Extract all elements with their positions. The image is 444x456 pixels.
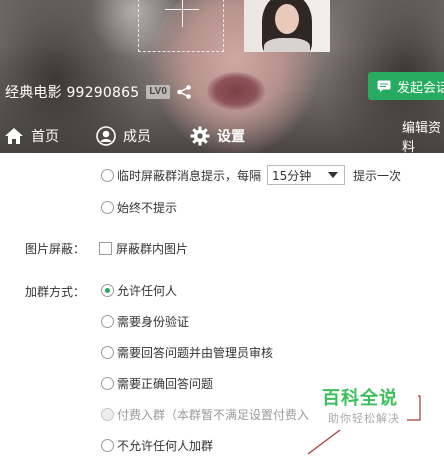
tab-home-label: 首页 [31, 129, 59, 145]
join-option-nobody[interactable]: 不允许任何人加群 [101, 436, 213, 454]
join-option-label: 需要回答问题并由管理员审核 [117, 345, 274, 360]
group-name: 经典电影 99290865 [5, 85, 140, 101]
group-info-row: 经典电影 99290865 LV0 [5, 82, 192, 102]
tab-edit-profile-label: 编辑资料 [402, 121, 442, 153]
tab-members[interactable]: 成员 [96, 124, 151, 148]
join-option-question-review[interactable]: 需要回答问题并由管理员审核 [101, 343, 273, 361]
tab-members-label: 成员 [123, 129, 151, 145]
notify-periodic-prefix: 临时屏蔽群消息提示，每隔 [117, 168, 262, 183]
join-option-verify[interactable]: 需要身份验证 [101, 312, 189, 330]
upload-photo-button[interactable] [138, 0, 224, 52]
start-chat-button[interactable]: 发起会话 [368, 72, 444, 100]
notify-periodic-option[interactable]: 临时屏蔽群消息提示，每隔 15分钟 提示一次 [101, 165, 402, 185]
tab-settings-label: 设置 [217, 129, 245, 145]
group-photo-thumbnail[interactable] [244, 0, 330, 52]
user-icon [96, 126, 116, 146]
join-option-radio[interactable] [101, 283, 114, 297]
chevron-down-icon [328, 172, 339, 178]
watermark-subtitle: 助你轻松解决 [328, 412, 400, 425]
join-option-label: 允许任何人 [117, 283, 178, 298]
notify-never-radio[interactable] [101, 200, 114, 214]
image-block-checkbox[interactable] [99, 241, 112, 255]
join-option-anyone[interactable]: 允许任何人 [101, 281, 177, 299]
image-block-option[interactable]: 屏蔽群内图片 [99, 239, 188, 257]
notify-interval-select[interactable]: 15分钟 [267, 165, 346, 185]
join-option-paid: 付费入群（本群暂不满足设置付费入 [101, 405, 309, 423]
tab-edit-profile[interactable]: 编辑资料 [402, 121, 444, 153]
join-option-radio[interactable] [101, 376, 114, 390]
start-chat-label: 发起会话 [397, 80, 444, 96]
image-block-label: 图片屏蔽： [25, 242, 86, 256]
home-icon [5, 128, 23, 144]
join-method-label: 加群方式： [25, 285, 86, 299]
join-option-label: 付费入群（本群暂不满足设置付费入 [117, 407, 310, 422]
notify-periodic-suffix: 提示一次 [353, 168, 402, 183]
notify-never-option[interactable]: 始终不提示 [101, 198, 177, 216]
join-option-label: 需要身份验证 [117, 314, 190, 329]
notify-interval-value: 15分钟 [272, 168, 312, 183]
chat-bubble-icon [377, 80, 391, 92]
tab-settings[interactable]: 设置 [190, 124, 245, 148]
gear-icon [190, 126, 210, 146]
tab-home[interactable]: 首页 [4, 124, 59, 148]
group-cover-header: 经典电影 99290865 LV0 发起会话 首页 成员 设置 编辑资料 [0, 0, 444, 153]
notify-periodic-radio[interactable] [101, 168, 114, 182]
join-option-label: 不允许任何人加群 [117, 438, 214, 453]
share-icon[interactable] [176, 84, 192, 100]
join-option-radio[interactable] [101, 345, 114, 359]
join-option-label: 需要正确回答问题 [117, 376, 214, 391]
watermark-title: 百科全说 [322, 388, 398, 409]
join-option-radio[interactable] [101, 438, 114, 452]
join-option-radio-disabled [101, 407, 114, 421]
join-option-radio[interactable] [101, 314, 114, 328]
notify-never-label: 始终不提示 [117, 200, 178, 215]
join-option-correct-answer[interactable]: 需要正确回答问题 [101, 374, 213, 392]
image-block-checkbox-label: 屏蔽群内图片 [116, 241, 189, 256]
level-badge: LV0 [146, 85, 170, 99]
